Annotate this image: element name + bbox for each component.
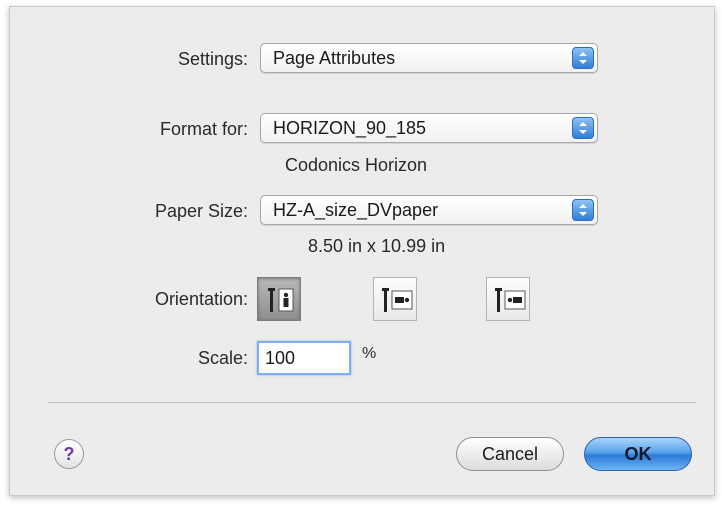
divider [48, 402, 696, 403]
page-setup-dialog: Settings: Page Attributes Format for: HO… [9, 6, 715, 496]
printer-description: Codonics Horizon [285, 155, 428, 175]
landscape-reverse-orientation-icon [495, 288, 526, 312]
help-button[interactable]: ? [54, 439, 84, 469]
format-for-label: Format for: [159, 119, 248, 139]
scale-unit: % [362, 345, 377, 362]
ok-button[interactable]: OK [584, 437, 692, 471]
format-for-value: HORIZON_90_185 [273, 118, 427, 138]
settings-label: Settings: [177, 49, 248, 69]
paper-size-value: HZ-A_size_DVpaper [273, 200, 439, 220]
settings-popup[interactable]: Page Attributes [260, 43, 598, 73]
popup-arrows-icon [572, 117, 594, 139]
orientation-landscape-button[interactable] [373, 277, 417, 321]
landscape-orientation-icon [382, 288, 413, 312]
scale-input[interactable] [257, 341, 351, 375]
settings-value: Page Attributes [273, 48, 396, 68]
paper-size-label: Paper Size: [154, 201, 248, 221]
portrait-orientation-icon [268, 288, 294, 312]
format-for-popup[interactable]: HORIZON_90_185 [260, 113, 598, 143]
cancel-button[interactable]: Cancel [456, 437, 564, 471]
orientation-label: Orientation: [154, 289, 248, 309]
paper-dimensions: 8.50 in x 10.99 in [308, 236, 446, 256]
popup-arrows-icon [572, 47, 594, 69]
popup-arrows-icon [572, 199, 594, 221]
help-icon: ? [63, 444, 75, 464]
scale-label: Scale: [197, 348, 248, 368]
orientation-landscape-reverse-button[interactable] [486, 277, 530, 321]
orientation-portrait-button[interactable] [257, 277, 301, 321]
paper-size-popup[interactable]: HZ-A_size_DVpaper [260, 195, 598, 225]
